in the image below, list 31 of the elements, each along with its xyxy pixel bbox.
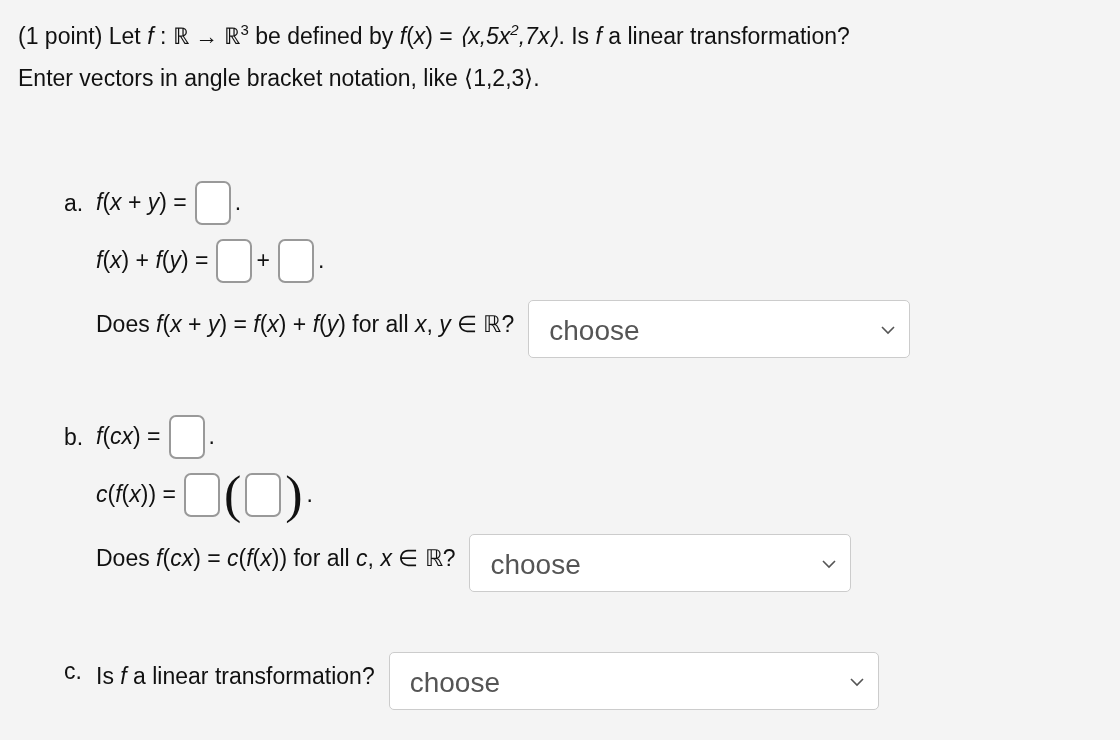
math-text: . <box>306 481 313 509</box>
math-text: . <box>234 189 242 217</box>
chevron-down-icon <box>881 326 896 336</box>
part-label: c. <box>64 656 83 686</box>
choose-dropdown[interactable]: choose <box>388 651 879 710</box>
math-text: f(x) + f(y) = <box>96 247 209 275</box>
parenthesis: ( <box>223 467 242 522</box>
problem-statement: (1 point) Let f : ℝ → ℝ$^{3}$ be defined by f(x) = ⟨x,5x$^{2}$,7x⟩. Is f a linear transformation? <box>18 20 851 51</box>
answer-field[interactable] <box>216 238 253 283</box>
answer-field[interactable] <box>245 472 282 517</box>
math-text: . <box>208 423 215 451</box>
math-text: c(f(x)) = <box>96 481 176 509</box>
math-text: f(x + y) = <box>96 189 187 217</box>
math-text: Does f(cx) = c(f(x)) for all c, x ∈ ℝ? <box>96 545 456 573</box>
chevron-down-icon <box>849 678 864 688</box>
math-text: f(cx) = <box>96 423 161 451</box>
choose-dropdown[interactable]: choose <box>469 533 852 592</box>
math-text: + <box>256 247 270 275</box>
parenthesis: ) <box>285 467 303 522</box>
answer-field[interactable] <box>168 414 205 459</box>
answer-field[interactable] <box>183 472 220 517</box>
answer-field[interactable] <box>277 238 314 283</box>
part-label: a. <box>64 188 85 218</box>
math-text: . <box>317 247 325 275</box>
math-text: Is f a linear transformation? <box>96 663 375 691</box>
math-text: Does f(x + y) = f(x) + f(y) for all x, y ∈ ℝ? <box>96 311 515 339</box>
instruction-text: Enter vectors in angle bracket notation, like ⟨1,2,3⟩. <box>18 63 541 93</box>
choose-dropdown[interactable]: choose <box>528 299 911 358</box>
chevron-down-icon <box>822 560 837 570</box>
part-label: b. <box>64 422 85 452</box>
answer-field[interactable] <box>194 180 231 225</box>
